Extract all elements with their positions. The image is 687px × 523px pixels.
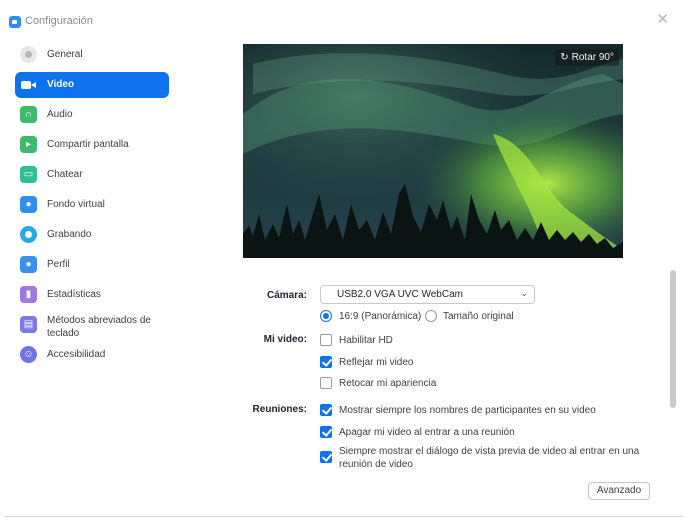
sidebar-item-chat[interactable]: ▭ Chatear (15, 162, 169, 188)
checkbox-preview-dialog[interactable] (320, 451, 332, 463)
sidebar-item-virtual-background[interactable]: ● Fondo virtual (15, 192, 169, 218)
checkbox-mirror-video-label: Reflejar mi video (339, 357, 414, 368)
sidebar-item-audio[interactable]: ∩ Audio (15, 102, 169, 128)
sidebar-item-label: Audio (47, 109, 73, 120)
close-icon[interactable]: ✕ (656, 12, 669, 27)
checkbox-turn-off-video-label: Apagar mi video al entrar a una reunión (339, 427, 515, 438)
sidebar-item-label: Video (47, 79, 75, 90)
radio-original-size-label: Tamaño original (443, 311, 514, 322)
radio-16-9-label: 16:9 (Panorámica) (339, 311, 422, 322)
radio-16-9[interactable] (320, 310, 332, 322)
scrollbar-thumb[interactable] (670, 270, 676, 408)
aurora-preview-image (243, 44, 623, 258)
sidebar-item-recording[interactable]: Grabando (15, 222, 169, 248)
gear-icon (20, 46, 37, 63)
sidebar-item-label: Accesibilidad (47, 349, 106, 360)
sidebar-item-share-screen[interactable]: ▸ Compartir pantalla (15, 132, 169, 158)
video-camera-icon (20, 76, 37, 93)
checkbox-touch-up-label: Retocar mi apariencia (339, 378, 437, 389)
statistics-icon: ▮ (20, 286, 37, 303)
sidebar-item-profile[interactable]: ● Perfil (15, 252, 169, 278)
rotate-90-button[interactable]: ↻ Rotar 90° (555, 49, 619, 66)
chat-bubble-icon: ▭ (20, 166, 37, 183)
checkbox-touch-up[interactable] (320, 377, 332, 389)
accessibility-icon: ☺ (20, 346, 37, 363)
sidebar-item-label: Fondo virtual (47, 199, 105, 210)
my-video-label: Mi video: (263, 334, 307, 345)
sidebar: General Video ∩ Audio ▸ Compartir pantal… (0, 40, 180, 510)
radio-original-size[interactable] (425, 310, 437, 322)
share-screen-icon: ▸ (20, 136, 37, 153)
camera-select[interactable]: USB2.0 VGA UVC WebCam ⌄ (320, 285, 535, 304)
checkbox-show-names[interactable] (320, 404, 332, 416)
sidebar-item-label: Compartir pantalla (47, 139, 129, 150)
sidebar-item-label: Chatear (47, 169, 83, 180)
camera-selected-value: USB2.0 VGA UVC WebCam (337, 289, 463, 300)
chevron-down-icon: ⌄ (520, 288, 528, 298)
sidebar-item-label: Estadísticas (47, 289, 101, 300)
video-preview: ↻ Rotar 90° (243, 44, 623, 258)
advanced-button[interactable]: Avanzado (588, 482, 650, 500)
checkbox-mirror-video[interactable] (320, 356, 332, 368)
window-title: Configuración (25, 15, 93, 27)
rotate-icon: ↻ (560, 52, 569, 63)
meetings-label: Reuniones: (252, 404, 307, 415)
sidebar-item-statistics[interactable]: ▮ Estadísticas (15, 282, 169, 308)
record-icon (20, 226, 37, 243)
headphones-icon: ∩ (20, 106, 37, 123)
divider (4, 516, 683, 517)
keyboard-icon: ▤ (20, 316, 37, 333)
sidebar-item-general[interactable]: General (15, 42, 169, 68)
rotate-label: Rotar 90° (571, 52, 614, 63)
checkbox-enable-hd-label: Habilitar HD (339, 335, 393, 346)
checkbox-show-names-label: Mostrar siempre los nombres de participa… (339, 405, 596, 416)
profile-icon: ● (20, 256, 37, 273)
virtual-background-icon: ● (20, 196, 37, 213)
sidebar-item-label: General (47, 49, 83, 60)
checkbox-preview-dialog-label: Siempre mostrar el diálogo de vista prev… (339, 446, 640, 470)
sidebar-item-video[interactable]: Video (15, 72, 169, 98)
checkbox-enable-hd[interactable] (320, 334, 332, 346)
sidebar-item-label: Perfil (47, 259, 70, 270)
sidebar-item-label: Grabando (47, 229, 92, 240)
title-bar: Configuración ✕ (0, 0, 687, 40)
sidebar-item-keyboard-shortcuts[interactable]: ▤ Métodos abreviados de teclado (15, 312, 169, 339)
sidebar-item-label: Métodos abreviados de teclado (47, 315, 151, 339)
zoom-app-icon (9, 16, 21, 28)
sidebar-item-accessibility[interactable]: ☺ Accesibilidad (15, 342, 169, 368)
checkbox-turn-off-video[interactable] (320, 426, 332, 438)
camera-label: Cámara: (266, 290, 307, 301)
